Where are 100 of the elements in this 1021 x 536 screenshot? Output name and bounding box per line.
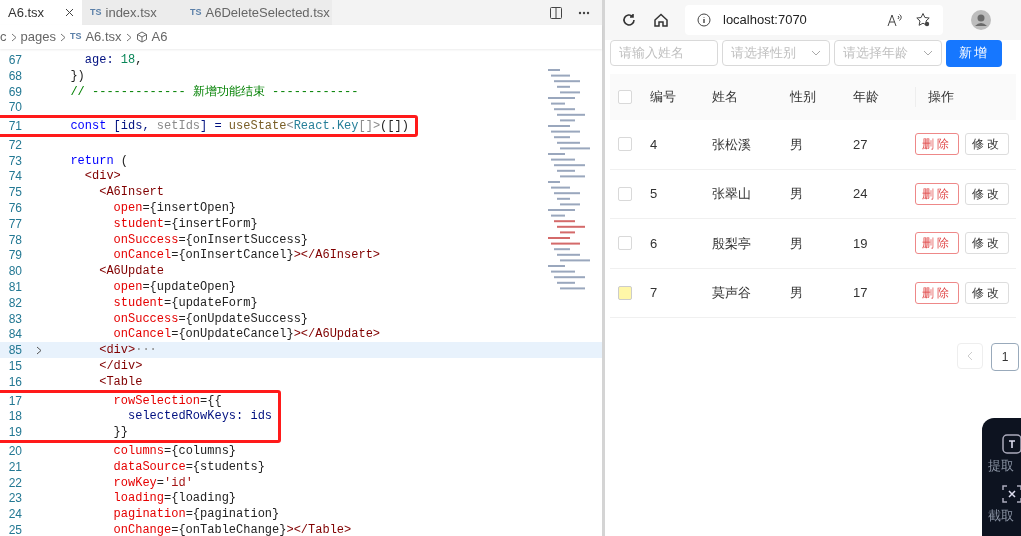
read-aloud-icon[interactable] [887, 13, 903, 27]
code-line: onSuccess={onUpdateSuccess} [112, 310, 309, 328]
close-icon[interactable] [65, 8, 74, 17]
delete-button[interactable]: 删除 [915, 133, 959, 156]
chevron-right-icon [59, 32, 66, 42]
line-number: 15 [7, 358, 22, 376]
more-icon[interactable] [578, 10, 590, 15]
line-number: 79 [7, 247, 22, 265]
file-type-label: TS [69, 30, 82, 44]
code-line: <Table [98, 373, 143, 391]
table-cell-text: 男 [790, 234, 804, 253]
line-number: 80 [7, 263, 22, 281]
line-number: 17 [7, 392, 22, 410]
line-number: 67 [7, 51, 22, 69]
editor-tab[interactable]: TS index.tsx [82, 0, 182, 25]
table-cell-text: 4 [650, 135, 659, 154]
column-header: 性别 [790, 88, 817, 107]
table-cell-text: 男 [790, 185, 804, 203]
code-line: <A6Update [98, 263, 165, 281]
code-line: onCancel={onUpdateCancel}></A6Update> [112, 326, 381, 344]
code-line: return ( [69, 152, 128, 170]
split-editor-icon[interactable] [550, 6, 562, 19]
line-number: 22 [7, 474, 22, 492]
chevron-right-icon [10, 32, 17, 42]
code-line: }) [69, 67, 85, 85]
delete-button[interactable]: 删除 [915, 281, 959, 304]
code-line: onCancel={onInsertCancel}></A6Insert> [112, 247, 381, 265]
line-number: 71 [7, 118, 22, 136]
avatar-icon[interactable] [971, 10, 991, 30]
code-line: </div> [98, 358, 143, 376]
breadcrumb-item[interactable]: c [0, 27, 7, 47]
info-icon[interactable] [697, 13, 711, 27]
refresh-icon[interactable] [621, 12, 637, 28]
editor-tab[interactable]: A6.tsx [0, 0, 82, 25]
checkbox[interactable] [618, 236, 632, 251]
table-cell-text: 男 [790, 284, 804, 302]
code-line: onChange={onTableChange}></Table> [112, 522, 352, 536]
code-line: }} [112, 424, 128, 442]
code-line: open={insertOpen} [112, 200, 237, 218]
scan-text-icon[interactable] [1002, 483, 1021, 504]
line-number: 19 [7, 424, 22, 442]
page-button[interactable]: 1 [991, 343, 1019, 371]
checkbox[interactable] [618, 90, 632, 104]
line-number: 84 [7, 326, 22, 344]
address-bar[interactable]: localhost:7070 [685, 5, 943, 35]
edit-button[interactable]: 修改 [965, 232, 1009, 255]
checkbox[interactable] [618, 285, 632, 300]
chevron-left-icon [967, 351, 973, 361]
chevron-right-icon[interactable] [36, 345, 42, 355]
checkbox[interactable] [618, 186, 632, 201]
breadcrumb-item[interactable]: A6.tsx [85, 27, 122, 47]
line-number: 82 [7, 294, 22, 312]
table-cell-text: 5 [650, 185, 659, 203]
code-line: age: 18, [83, 51, 143, 69]
code-line: onSuccess={onInsertSuccess} [112, 231, 309, 249]
line-number: 16 [7, 373, 22, 391]
line-number: 18 [7, 408, 22, 426]
code-line: dataSource={students} [112, 458, 265, 476]
breadcrumb-item[interactable]: pages [20, 27, 56, 47]
line-number: 23 [7, 490, 22, 508]
code-line: rowKey='id' [112, 474, 193, 492]
favorites-star-icon[interactable] [915, 12, 931, 28]
editor-tab[interactable]: TS A6DeleteSelected.tsx [182, 0, 332, 25]
line-number: 72 [7, 136, 22, 154]
line-number: 76 [7, 200, 22, 218]
line-number: 24 [7, 506, 22, 524]
breadcrumb-item[interactable]: A6 [151, 27, 168, 47]
code-line: rowSelection={{ [112, 392, 222, 410]
toolbar-label[interactable]: 提取 [988, 456, 1014, 476]
toolbar-label[interactable]: 截取 [988, 505, 1014, 525]
code-line: student={insertForm} [112, 215, 258, 233]
text-icon[interactable] [1002, 434, 1021, 454]
table-cell-text: 莫声谷 [712, 284, 752, 302]
table-cell-text: 17 [853, 284, 869, 302]
table-cell-text: 7 [650, 284, 659, 302]
column-header: 姓名 [712, 88, 739, 107]
line-number: 21 [7, 458, 22, 476]
code-line: student={updateForm} [112, 294, 258, 312]
table-cell-text: 6 [650, 234, 659, 253]
code-line: const [ids, setIds] = useState<React.Key[]>([]) [69, 118, 409, 136]
edit-button[interactable]: 修改 [965, 133, 1009, 156]
code-line: // ------------- 新增功能结束 ------------ [69, 83, 359, 101]
line-number: 77 [7, 215, 22, 233]
column-header: 编号 [650, 88, 677, 107]
home-icon[interactable] [653, 12, 669, 28]
delete-button[interactable]: 删除 [915, 232, 959, 255]
edit-button[interactable]: 修改 [965, 182, 1009, 205]
checkbox[interactable] [618, 137, 632, 152]
line-number: 75 [7, 184, 22, 202]
table-cell-text: 殷梨亭 [712, 234, 752, 253]
column-header: 年龄 [853, 88, 880, 107]
add-button[interactable]: 新增 [946, 39, 1002, 67]
line-number: 81 [7, 279, 22, 297]
delete-button[interactable]: 删除 [915, 182, 959, 205]
code-line: <A6Insert [98, 184, 165, 202]
line-number: 20 [7, 443, 22, 461]
code-line: <div> [83, 168, 121, 186]
code-line: open={updateOpen} [112, 279, 237, 297]
edit-button[interactable]: 修改 [965, 281, 1009, 304]
table-cell-text: 张松溪 [712, 135, 752, 154]
